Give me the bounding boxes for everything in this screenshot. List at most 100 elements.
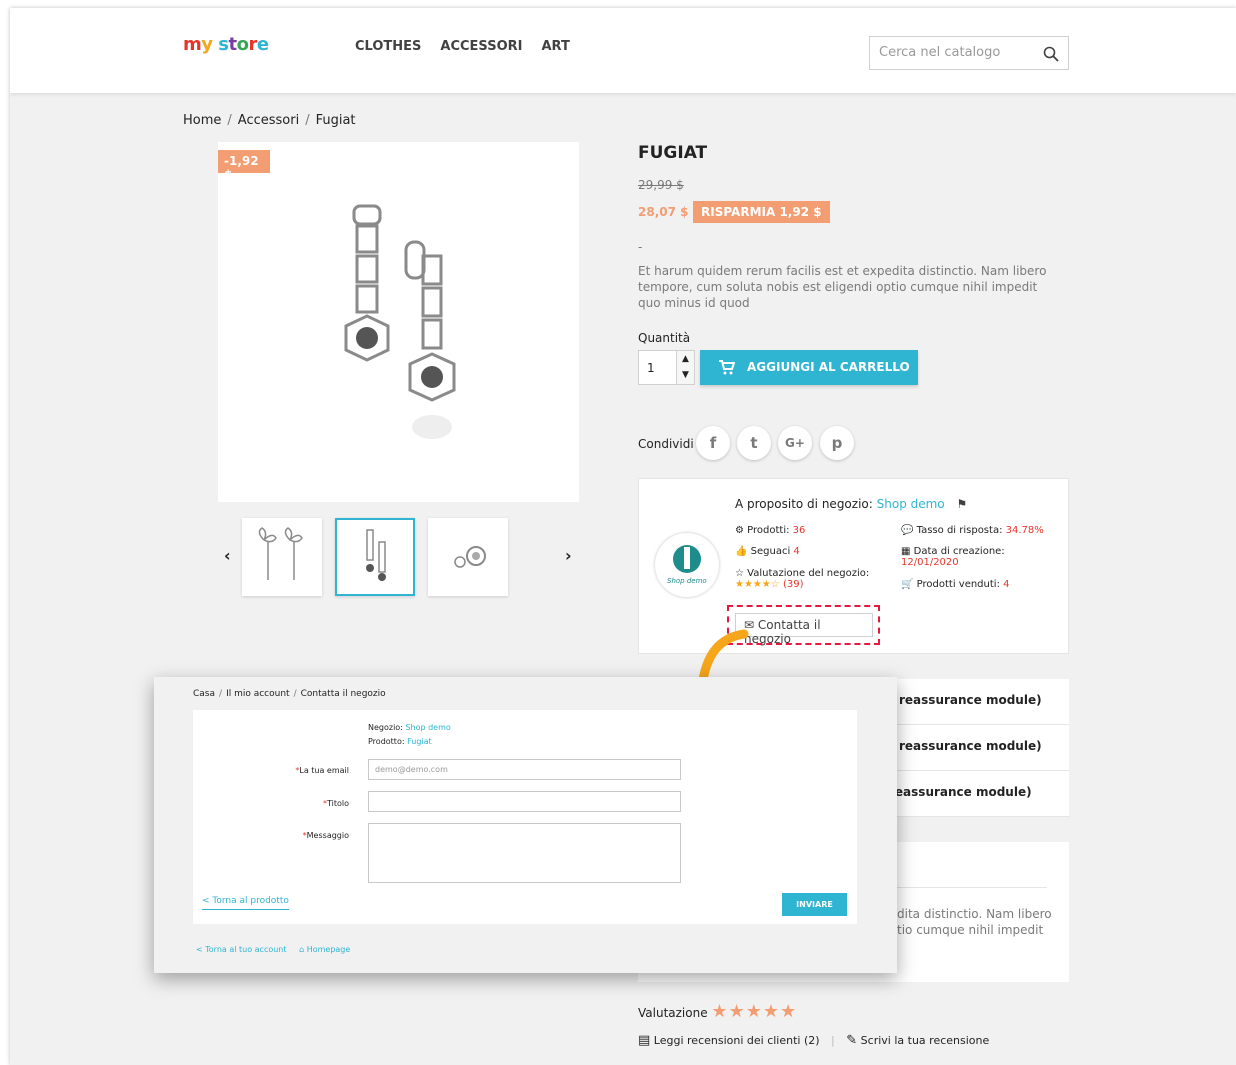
- store-rating: ☆ Valutazione del negozio: ★★★★☆ (39): [735, 568, 869, 590]
- products-icon: ⚙: [735, 525, 744, 536]
- shop-logo[interactable]: Shop demo: [655, 533, 719, 597]
- homepage-link[interactable]: Homepage: [307, 945, 351, 954]
- breadcrumb-home[interactable]: Home: [183, 113, 221, 128]
- nav-art[interactable]: ART: [541, 39, 569, 54]
- regular-price: 29,99 $: [638, 178, 684, 192]
- product-rating: Valutazione ★★★★★: [638, 1001, 797, 1022]
- quantity-stepper[interactable]: 1 ▲ ▼: [638, 350, 695, 385]
- store-logo[interactable]: my store: [183, 34, 269, 55]
- logo-letter: s: [218, 34, 229, 55]
- thumbnail-2-selected[interactable]: [335, 518, 415, 596]
- save-badge: RISPARMIA 1,92 $: [693, 201, 830, 223]
- product-main-image[interactable]: [218, 142, 579, 502]
- store-about-label: A proposito di negozio:: [735, 497, 873, 511]
- reassurance-text: reassurance module): [899, 693, 1042, 707]
- shop-label: Negozio:: [368, 723, 403, 732]
- chevron-up-icon[interactable]: ▲: [676, 351, 694, 368]
- store-products: ⚙ Prodotti: 36: [735, 525, 805, 536]
- store-name-link[interactable]: Shop demo: [877, 497, 945, 511]
- back-to-account-link[interactable]: < Torna al tuo account: [196, 945, 287, 954]
- bow-earrings-thumb: [258, 527, 303, 580]
- logo-letter: e: [256, 34, 269, 55]
- product-link[interactable]: Fugiat: [407, 737, 432, 746]
- thumbnail-carousel: ‹ ›: [218, 516, 579, 598]
- panel-crumb-account[interactable]: Il mio account: [226, 689, 290, 699]
- share-label: Condividi: [638, 437, 694, 451]
- twitter-icon[interactable]: t: [737, 426, 771, 460]
- email-placeholder: demo@demo.com: [375, 765, 448, 774]
- created-value: 12/01/2020: [901, 557, 959, 568]
- home-icon: ⌂: [299, 945, 305, 954]
- read-reviews-link[interactable]: Leggi recensioni dei clienti (2): [654, 1034, 820, 1047]
- rating-count: (39): [783, 579, 804, 590]
- quantity-value[interactable]: 1: [647, 361, 655, 375]
- write-review-link[interactable]: Scrivi la tua recensione: [861, 1034, 990, 1047]
- shop-logo-text: Shop demo: [667, 577, 707, 585]
- stud-earrings-thumb: [454, 546, 486, 568]
- email-field[interactable]: demo@demo.com: [368, 759, 681, 780]
- back-to-product-link[interactable]: < Torna al prodotto: [202, 896, 289, 910]
- panel-crumb-current: Contatta il negozio: [300, 689, 386, 699]
- nav-accessori[interactable]: ACCESSORI: [440, 39, 522, 54]
- logo-letter: m: [183, 34, 202, 55]
- product-description: Et harum quidem rerum facilis est et exp…: [638, 264, 1047, 310]
- pinterest-icon[interactable]: p: [820, 426, 854, 460]
- chevron-down-icon[interactable]: ▼: [676, 367, 694, 384]
- subject-label-text: Titolo: [326, 799, 349, 808]
- products-label: Prodotti:: [747, 525, 790, 536]
- panel-footer-links: < Torna al tuo account ⌂ Homepage: [196, 945, 350, 954]
- logo-letter: t: [228, 34, 238, 55]
- product-label: Prodotto:: [368, 737, 405, 746]
- drop-earrings-thumb: [366, 529, 386, 581]
- message-textarea[interactable]: [368, 823, 681, 883]
- thumbnail-3[interactable]: [428, 518, 508, 596]
- chevron-left-icon[interactable]: ‹: [224, 546, 231, 565]
- chevron-right-icon[interactable]: ›: [565, 546, 572, 565]
- created-label: Data di creazione:: [913, 546, 1005, 557]
- search-input[interactable]: Cerca nel catalogo: [869, 36, 1069, 70]
- google-plus-icon[interactable]: G+: [778, 426, 812, 460]
- panel-breadcrumb: Casa / Il mio account / Contatta il negozio: [193, 689, 386, 699]
- thumbs-up-icon: 👍: [735, 546, 748, 557]
- breadcrumb-current: Fugiat: [315, 113, 356, 128]
- form-product-info: Prodotto: Fugiat: [368, 737, 432, 746]
- followers-label: Seguaci: [750, 546, 791, 557]
- form-shop-info: Negozio: Shop demo: [368, 723, 451, 732]
- message-label-text: Messaggio: [306, 831, 349, 840]
- sold-value: 4: [1003, 579, 1010, 590]
- review-links: ▤ Leggi recensioni dei clienti (2) | ✎ S…: [638, 1033, 989, 1048]
- response-label: Tasso di risposta:: [916, 525, 1003, 536]
- cart-small-icon: 🛒: [901, 579, 914, 590]
- products-value: 36: [792, 525, 806, 536]
- subject-field[interactable]: [368, 791, 681, 812]
- facebook-icon[interactable]: f: [696, 426, 730, 460]
- search-placeholder: Cerca nel catalogo: [879, 45, 1001, 60]
- rating-stars: ★★★★★: [711, 1001, 798, 1022]
- star-outline-icon: ☆: [735, 568, 744, 579]
- rating-stars: ★★★★☆: [735, 579, 780, 590]
- store-response-rate: 💬 Tasso di risposta: 34.78%: [901, 525, 1044, 536]
- tab-description: dita distinctio. Nam libero tio cumque n…: [897, 907, 1052, 937]
- breadcrumb-separator: /: [305, 113, 310, 128]
- logo-letter: y: [201, 34, 213, 55]
- rating-label: Valutazione: [638, 1006, 708, 1020]
- panel-crumb-home[interactable]: Casa: [193, 689, 215, 699]
- contact-form: Negozio: Shop demo Prodotto: Fugiat *La …: [193, 710, 857, 924]
- breadcrumb-separator: /: [227, 113, 232, 128]
- quantity-label: Quantità: [638, 331, 691, 345]
- breadcrumb-accessori[interactable]: Accessori: [238, 113, 299, 128]
- flag-icon[interactable]: ⚑: [956, 497, 967, 511]
- send-button[interactable]: INVIARE: [782, 893, 847, 916]
- dress-icon: [673, 545, 701, 573]
- thumbnail-1[interactable]: [242, 518, 322, 596]
- logo-letter: r: [248, 34, 257, 55]
- search-icon[interactable]: [1043, 46, 1059, 62]
- subject-label: *Titolo: [229, 799, 349, 808]
- store-sold: 🛒 Prodotti venduti: 4: [901, 579, 1010, 590]
- add-to-cart-label: AGGIUNGI AL CARRELLO: [747, 360, 910, 374]
- chat-icon: 💬: [901, 525, 914, 536]
- shop-link[interactable]: Shop demo: [405, 723, 450, 732]
- email-label-text: La tua email: [299, 766, 349, 775]
- nav-clothes[interactable]: CLOTHES: [355, 39, 421, 54]
- add-to-cart-button[interactable]: AGGIUNGI AL CARRELLO: [700, 350, 918, 385]
